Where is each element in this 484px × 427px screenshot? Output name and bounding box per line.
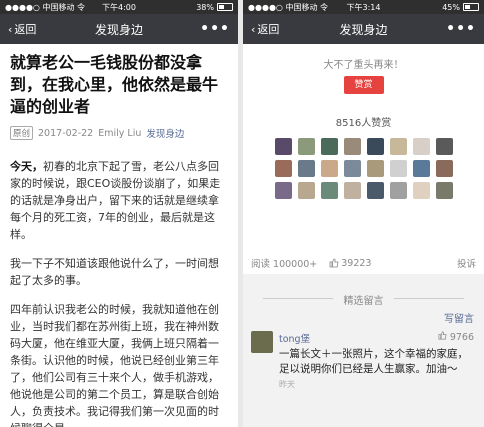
reward-avatar[interactable] bbox=[343, 160, 361, 177]
paragraph: 今天，初春的北京下起了雪，老公八点多回家的时候说，跟CEO谈股份谈崩了，如果走的… bbox=[10, 158, 228, 243]
comment-text: 一篇长文＋一张照片，这个幸福的家庭，足以说明你们已经是人生赢家。加油～ bbox=[279, 348, 468, 375]
reward-avatar[interactable] bbox=[389, 182, 407, 199]
more-button[interactable]: ••• bbox=[446, 21, 476, 37]
back-button[interactable]: ‹ 返回 bbox=[251, 21, 279, 37]
reward-screen: ●●●●○ 中国移动 令 下午3:14 45% ‹ 返回 发现身边 ••• 大不… bbox=[243, 0, 484, 427]
battery-percent: 45% bbox=[442, 2, 460, 12]
comment-time: 昨天 bbox=[279, 380, 295, 389]
article-screen: ●●●●○ 中国移动 令 下午4:00 38% ‹ 返回 发现身边 ••• 就算… bbox=[0, 0, 238, 427]
reward-avatar[interactable] bbox=[389, 138, 407, 155]
article-body: 就算老公一毛钱股份都没拿到，在我心里，他依然是最牛逼的创业者 原创 2017-0… bbox=[0, 44, 238, 427]
battery-icon bbox=[463, 3, 479, 11]
reward-avatar[interactable] bbox=[412, 160, 430, 177]
reward-avatar[interactable] bbox=[366, 138, 384, 155]
publish-date: 2017-02-22 bbox=[38, 127, 94, 139]
reward-avatar[interactable] bbox=[412, 182, 430, 199]
reward-count: 8516人赞赏 bbox=[335, 118, 392, 129]
reward-avatar[interactable] bbox=[366, 160, 384, 177]
reward-avatar[interactable] bbox=[389, 160, 407, 177]
chevron-left-icon: ‹ bbox=[8, 22, 13, 36]
account-link[interactable]: 发现身边 bbox=[146, 126, 184, 140]
nav-bar: ‹ 返回 发现身边 ••• bbox=[0, 14, 238, 44]
back-button[interactable]: ‹ 返回 bbox=[8, 21, 36, 37]
comment-like-count: 9766 bbox=[449, 332, 474, 343]
complain-link[interactable]: 投诉 bbox=[457, 256, 476, 270]
reward-avatar[interactable] bbox=[274, 182, 292, 199]
reward-avatar[interactable] bbox=[320, 138, 338, 155]
comments-section-title: 精选留言 bbox=[243, 292, 484, 307]
article-meta: 原创 2017-02-22 Emily Liu 发现身边 bbox=[10, 126, 228, 140]
reward-avatar[interactable] bbox=[274, 138, 292, 155]
nav-bar: ‹ 返回 发现身边 ••• bbox=[243, 14, 484, 44]
battery-percent: 38% bbox=[196, 2, 214, 12]
carrier-label: ●●●●○ 中国移动 令 bbox=[5, 2, 85, 12]
comment-header: tong堡 9766 bbox=[279, 331, 474, 345]
status-bar: ●●●●○ 中国移动 令 下午4:00 38% bbox=[0, 0, 238, 14]
reward-avatar[interactable] bbox=[435, 138, 453, 155]
battery-icon bbox=[217, 3, 233, 11]
thumbs-up-icon bbox=[438, 331, 447, 340]
reward-avatar[interactable] bbox=[435, 182, 453, 199]
back-label: 返回 bbox=[14, 23, 37, 36]
comment-body: tong堡 9766 一篇长文＋一张照片，这个幸福的家庭，足以说明你们已经是人生… bbox=[279, 331, 474, 390]
paragraph: 四年前认识我老公的时候，我就知道他在创业，当时我们都在苏州街上班，我在神州数码大… bbox=[10, 303, 219, 427]
author-name: Emily Liu bbox=[98, 127, 142, 139]
reward-avatar[interactable] bbox=[435, 160, 453, 177]
status-bar: ●●●●○ 中国移动 令 下午3:14 45% bbox=[243, 0, 484, 14]
reward-button[interactable]: 赞赏 bbox=[343, 76, 384, 94]
write-comment-link[interactable]: 写留言 bbox=[243, 310, 474, 325]
reward-avatar[interactable] bbox=[297, 138, 315, 155]
chevron-left-icon: ‹ bbox=[251, 22, 256, 36]
comment-like-button[interactable]: 9766 bbox=[438, 331, 474, 345]
reward-avatar[interactable] bbox=[366, 182, 384, 199]
like-count: 39223 bbox=[341, 257, 372, 269]
reward-avatar[interactable] bbox=[343, 138, 361, 155]
like-button[interactable]: 39223 bbox=[329, 258, 371, 269]
reward-avatar[interactable] bbox=[297, 182, 315, 199]
comment-item: tong堡 9766 一篇长文＋一张照片，这个幸福的家庭，足以说明你们已经是人生… bbox=[243, 325, 484, 390]
avatar[interactable] bbox=[251, 331, 273, 353]
reward-avatar[interactable] bbox=[343, 182, 361, 199]
reward-avatar[interactable] bbox=[274, 160, 292, 177]
reward-message: 大不了重头再来！ bbox=[323, 60, 404, 71]
reward-panel: 大不了重头再来！ 赞赏 8516人赞赏 阅读 100000+ 39223 投诉 bbox=[243, 44, 484, 274]
thumbs-up-icon bbox=[329, 258, 339, 268]
reward-avatar[interactable] bbox=[297, 160, 315, 177]
paragraph-lead: 今天， bbox=[10, 160, 43, 173]
reward-avatar[interactable] bbox=[320, 160, 338, 177]
back-label: 返回 bbox=[257, 23, 280, 36]
original-tag: 原创 bbox=[10, 126, 34, 140]
carrier-label: ●●●●○ 中国移动 令 bbox=[248, 2, 328, 12]
reward-avatar[interactable] bbox=[412, 138, 430, 155]
read-count: 阅读 100000+ bbox=[251, 259, 318, 270]
reward-avatar[interactable] bbox=[320, 182, 338, 199]
comment-nickname: tong堡 bbox=[279, 334, 311, 345]
more-button[interactable]: ••• bbox=[200, 21, 230, 37]
article-title: 就算老公一毛钱股份都没拿到，在我心里，他依然是最牛逼的创业者 bbox=[10, 53, 219, 116]
reward-avatars bbox=[243, 138, 484, 199]
paragraph: 我一下子不知道该跟他说什么了，一时间想起了太多的事。 bbox=[10, 257, 219, 287]
article-stats: 阅读 100000+ 39223 投诉 bbox=[251, 256, 476, 271]
